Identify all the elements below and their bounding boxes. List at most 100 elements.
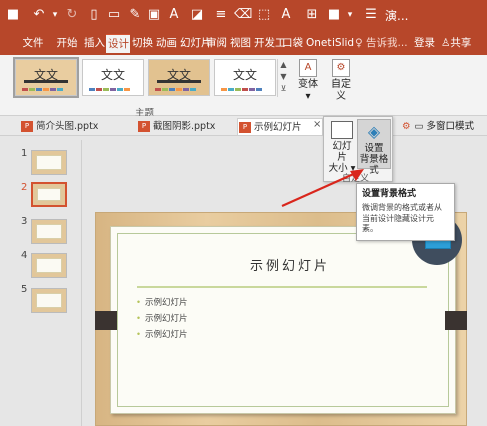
- redo-icon[interactable]: ↻: [64, 6, 80, 24]
- bullet-text: 示例幻灯片: [145, 314, 188, 324]
- tab-view[interactable]: 视图: [228, 34, 252, 53]
- theme-thumbnail-3[interactable]: 文文: [148, 59, 210, 96]
- tab-file[interactable]: 文件: [18, 34, 48, 53]
- tab-transitions[interactable]: 切换: [130, 34, 154, 53]
- font-color-icon[interactable]: A: [278, 6, 294, 24]
- slide-number: 5: [21, 284, 28, 295]
- save-icon[interactable]: ■: [4, 6, 22, 24]
- theme-thumbnail-text: 文文: [100, 68, 125, 82]
- slide-number: 4: [21, 250, 28, 261]
- theme-gallery-scroll: ▲ ▼ ⊻: [277, 59, 289, 97]
- theme-colors-icon[interactable]: ■: [326, 6, 342, 24]
- theme-color-dots: [89, 88, 130, 91]
- theme-thumbnail-bar: [24, 80, 68, 83]
- variants-icon: A: [299, 59, 317, 77]
- slide-bullet[interactable]: • 示例幻灯片: [136, 296, 188, 308]
- red-arrow-annotation: [281, 169, 364, 208]
- theme-thumbnail-2[interactable]: 文文: [82, 59, 144, 96]
- pptx-file-icon: P: [21, 121, 33, 132]
- theme-color-dots: [22, 88, 63, 91]
- new-file-icon[interactable]: ▯: [86, 6, 102, 24]
- theme-color-dots: [155, 88, 196, 91]
- tab-design[interactable]: 设计: [106, 34, 130, 53]
- theme-colors-dropdown-icon[interactable]: ▾: [344, 6, 356, 24]
- tab-pocket[interactable]: 口袋: [280, 34, 304, 53]
- pptx-file-icon: P: [138, 121, 150, 132]
- tell-me-search[interactable]: ♀ 告诉我...: [355, 35, 408, 52]
- tab-onet[interactable]: Onet: [304, 34, 332, 53]
- tab-slideshow[interactable]: 幻灯片: [178, 34, 212, 53]
- variants-dropdown-icon: ▾: [305, 91, 311, 102]
- theme-thumbnail-bar: [157, 80, 201, 83]
- theme-color-dots: [221, 88, 262, 91]
- format-background-label: 设置: [364, 143, 384, 154]
- login-link[interactable]: 登录: [414, 35, 435, 52]
- doc-tab-1[interactable]: P 简介头图.pptx: [20, 118, 98, 135]
- open-file-icon[interactable]: ▭: [106, 6, 122, 24]
- undo-icon[interactable]: ↶: [30, 6, 48, 24]
- eyedropper-icon[interactable]: ✎: [127, 6, 143, 24]
- title-bar: ■ ↶ ▾ ↻ ▯ ▭ ✎ ▣ A ◪ ≡ ⌫ ⬚ A ⊞ ■ ▾ ☰ 演...: [0, 0, 487, 30]
- close-tab-icon[interactable]: ×: [313, 119, 321, 130]
- slide-decoration-left-tab: [95, 311, 117, 330]
- tab-islide[interactable]: iSlide: [330, 34, 354, 53]
- multi-window-label: 多窗口模式: [426, 121, 475, 132]
- gallery-more-icon[interactable]: ⊻: [278, 83, 289, 95]
- slide-bullet[interactable]: • 示例幻灯片: [136, 328, 188, 340]
- slide-thumbnail-panel: 1 2 3 4 5: [14, 140, 82, 426]
- customize-icon: ⚙: [332, 59, 350, 77]
- slide-thumbnail-4[interactable]: [31, 253, 67, 278]
- multi-window-mode-button[interactable]: ⚙ ▭ 多窗口模式: [402, 118, 474, 135]
- slide-thumbnail-3[interactable]: [31, 219, 67, 244]
- slide-number: 1: [21, 148, 28, 159]
- doc-tab-2[interactable]: P 截图阴影.pptx: [137, 118, 215, 135]
- share-button[interactable]: ♙共享: [441, 35, 471, 52]
- slide-title[interactable]: 示例幻灯片: [200, 255, 380, 274]
- bullet-text: 示例幻灯片: [145, 330, 188, 340]
- share-label: 共享: [450, 37, 472, 49]
- doc-tab-3[interactable]: P 示例幻灯片: [237, 118, 323, 135]
- text-box-icon[interactable]: A: [166, 6, 182, 24]
- window-icon: ▭: [414, 121, 427, 132]
- tab-insert[interactable]: 插入: [82, 34, 106, 53]
- slide-bullet[interactable]: • 示例幻灯片: [136, 312, 188, 324]
- window-title: 演...: [385, 9, 409, 23]
- gallery-down-icon[interactable]: ▼: [278, 71, 289, 83]
- variants-button[interactable]: A 变体 ▾: [294, 57, 322, 109]
- customize-toolbar-icon[interactable]: ☰: [364, 6, 378, 24]
- customize-button[interactable]: ⚙ 自定义: [327, 57, 355, 109]
- slide-thumbnail-2[interactable]: [31, 182, 67, 207]
- doc-tab-label: 截图阴影.pptx: [153, 121, 216, 132]
- shape-icon[interactable]: ◪: [188, 6, 206, 24]
- select-icon[interactable]: ⬚: [256, 6, 272, 24]
- tab-developer[interactable]: 开发工: [252, 34, 286, 53]
- slide-size-icon: [331, 121, 353, 139]
- gallery-up-icon[interactable]: ▲: [278, 59, 289, 71]
- bullet-icon: •: [136, 330, 142, 340]
- tab-animations[interactable]: 动画: [154, 34, 178, 53]
- slide-thumbnail-1[interactable]: [31, 150, 67, 175]
- slide-number: 2: [21, 182, 28, 193]
- slide-decoration-right-tab: [445, 311, 467, 330]
- tab-review[interactable]: 审阅: [204, 34, 228, 53]
- lightbulb-icon: ♀: [355, 37, 367, 49]
- bullet-icon: •: [136, 314, 142, 324]
- align-icon[interactable]: ≡: [213, 6, 229, 24]
- doc-tab-label: 示例幻灯片: [254, 122, 302, 133]
- tab-home[interactable]: 开始: [54, 34, 80, 53]
- theme-thumbnail-text: 文文: [232, 68, 257, 82]
- grid-icon[interactable]: ⊞: [304, 6, 320, 24]
- theme-thumbnail-4[interactable]: 文文: [214, 59, 276, 96]
- picture-icon[interactable]: ▣: [146, 6, 162, 24]
- theme-thumbnail-1[interactable]: 文文: [13, 57, 79, 98]
- pptx-file-icon: P: [239, 122, 251, 133]
- gear-icon: ⚙: [402, 121, 411, 132]
- customize-label: 自定义: [331, 79, 351, 102]
- undo-dropdown-icon[interactable]: ▾: [50, 6, 60, 24]
- variants-label: 变体: [298, 79, 318, 90]
- ribbon-design: 文文 文文 文文 文文 ▲ ▼ ⊻ A 变体 ▾ ⚙ 自定义 主题: [0, 55, 487, 119]
- slide-thumbnail-5[interactable]: [31, 288, 67, 313]
- ribbon-tab-bar: 文件 开始 插入 设计 切换 动画 幻灯片 审阅 视图 开发工 口袋 Onet …: [0, 30, 487, 55]
- clear-format-icon[interactable]: ⌫: [234, 6, 252, 24]
- bullet-icon: •: [136, 298, 142, 308]
